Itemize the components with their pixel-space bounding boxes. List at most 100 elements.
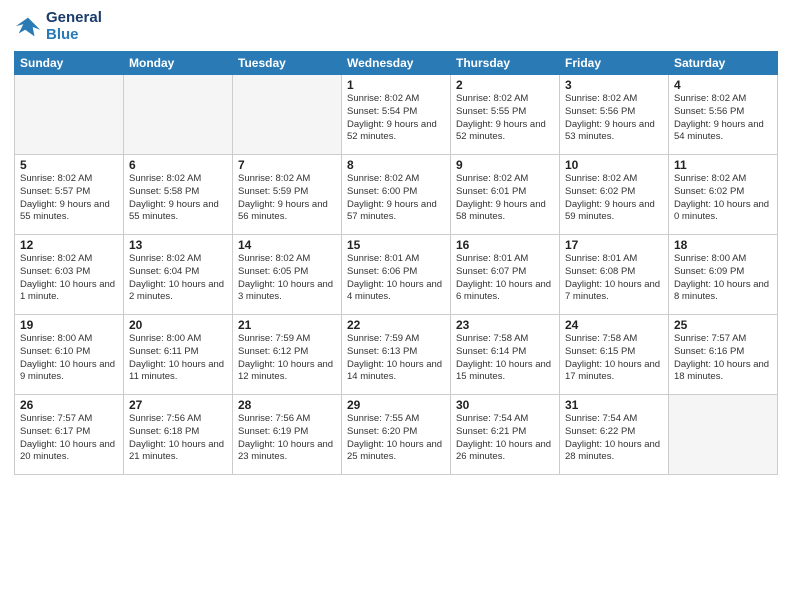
calendar-cell: 26Sunrise: 7:57 AM Sunset: 6:17 PM Dayli… — [15, 395, 124, 475]
calendar-cell: 15Sunrise: 8:01 AM Sunset: 6:06 PM Dayli… — [342, 235, 451, 315]
calendar-cell: 28Sunrise: 7:56 AM Sunset: 6:19 PM Dayli… — [233, 395, 342, 475]
day-number: 11 — [674, 158, 772, 172]
day-number: 27 — [129, 398, 227, 412]
day-number: 15 — [347, 238, 445, 252]
calendar-cell: 2Sunrise: 8:02 AM Sunset: 5:55 PM Daylig… — [451, 75, 560, 155]
day-info: Sunrise: 8:02 AM Sunset: 5:57 PM Dayligh… — [20, 173, 118, 224]
calendar-cell: 20Sunrise: 8:00 AM Sunset: 6:11 PM Dayli… — [124, 315, 233, 395]
calendar-cell: 23Sunrise: 7:58 AM Sunset: 6:14 PM Dayli… — [451, 315, 560, 395]
calendar-cell: 31Sunrise: 7:54 AM Sunset: 6:22 PM Dayli… — [560, 395, 669, 475]
day-number: 20 — [129, 318, 227, 332]
day-info: Sunrise: 8:00 AM Sunset: 6:10 PM Dayligh… — [20, 333, 118, 384]
day-number: 18 — [674, 238, 772, 252]
calendar-cell: 24Sunrise: 7:58 AM Sunset: 6:15 PM Dayli… — [560, 315, 669, 395]
calendar-cell: 27Sunrise: 7:56 AM Sunset: 6:18 PM Dayli… — [124, 395, 233, 475]
day-info: Sunrise: 7:56 AM Sunset: 6:18 PM Dayligh… — [129, 413, 227, 464]
day-info: Sunrise: 7:54 AM Sunset: 6:21 PM Dayligh… — [456, 413, 554, 464]
calendar-cell: 29Sunrise: 7:55 AM Sunset: 6:20 PM Dayli… — [342, 395, 451, 475]
day-info: Sunrise: 7:59 AM Sunset: 6:12 PM Dayligh… — [238, 333, 336, 384]
day-info: Sunrise: 8:02 AM Sunset: 6:04 PM Dayligh… — [129, 253, 227, 304]
calendar-cell — [669, 395, 778, 475]
day-info: Sunrise: 8:02 AM Sunset: 6:02 PM Dayligh… — [674, 173, 772, 224]
day-info: Sunrise: 8:01 AM Sunset: 6:08 PM Dayligh… — [565, 253, 663, 304]
day-number: 3 — [565, 78, 663, 92]
calendar-cell: 21Sunrise: 7:59 AM Sunset: 6:12 PM Dayli… — [233, 315, 342, 395]
day-number: 7 — [238, 158, 336, 172]
day-number: 31 — [565, 398, 663, 412]
calendar-cell — [233, 75, 342, 155]
day-info: Sunrise: 8:02 AM Sunset: 5:55 PM Dayligh… — [456, 93, 554, 144]
day-info: Sunrise: 7:55 AM Sunset: 6:20 PM Dayligh… — [347, 413, 445, 464]
day-info: Sunrise: 8:02 AM Sunset: 5:56 PM Dayligh… — [674, 93, 772, 144]
calendar-cell: 22Sunrise: 7:59 AM Sunset: 6:13 PM Dayli… — [342, 315, 451, 395]
day-number: 2 — [456, 78, 554, 92]
logo-icon — [14, 13, 42, 41]
day-info: Sunrise: 8:02 AM Sunset: 5:58 PM Dayligh… — [129, 173, 227, 224]
day-info: Sunrise: 7:59 AM Sunset: 6:13 PM Dayligh… — [347, 333, 445, 384]
day-number: 30 — [456, 398, 554, 412]
calendar-week-2: 5Sunrise: 8:02 AM Sunset: 5:57 PM Daylig… — [15, 155, 778, 235]
day-number: 23 — [456, 318, 554, 332]
day-number: 14 — [238, 238, 336, 252]
day-info: Sunrise: 8:00 AM Sunset: 6:09 PM Dayligh… — [674, 253, 772, 304]
day-info: Sunrise: 7:56 AM Sunset: 6:19 PM Dayligh… — [238, 413, 336, 464]
calendar-cell: 9Sunrise: 8:02 AM Sunset: 6:01 PM Daylig… — [451, 155, 560, 235]
weekday-header-row: SundayMondayTuesdayWednesdayThursdayFrid… — [15, 52, 778, 75]
calendar-cell: 5Sunrise: 8:02 AM Sunset: 5:57 PM Daylig… — [15, 155, 124, 235]
day-info: Sunrise: 8:02 AM Sunset: 5:54 PM Dayligh… — [347, 93, 445, 144]
calendar-cell: 10Sunrise: 8:02 AM Sunset: 6:02 PM Dayli… — [560, 155, 669, 235]
calendar-cell: 14Sunrise: 8:02 AM Sunset: 6:05 PM Dayli… — [233, 235, 342, 315]
weekday-header-saturday: Saturday — [669, 52, 778, 75]
weekday-header-sunday: Sunday — [15, 52, 124, 75]
calendar-cell: 30Sunrise: 7:54 AM Sunset: 6:21 PM Dayli… — [451, 395, 560, 475]
day-info: Sunrise: 7:57 AM Sunset: 6:16 PM Dayligh… — [674, 333, 772, 384]
day-number: 6 — [129, 158, 227, 172]
calendar-cell: 18Sunrise: 8:00 AM Sunset: 6:09 PM Dayli… — [669, 235, 778, 315]
calendar: SundayMondayTuesdayWednesdayThursdayFrid… — [14, 51, 778, 475]
day-info: Sunrise: 8:02 AM Sunset: 5:56 PM Dayligh… — [565, 93, 663, 144]
day-info: Sunrise: 7:58 AM Sunset: 6:14 PM Dayligh… — [456, 333, 554, 384]
day-info: Sunrise: 8:01 AM Sunset: 6:06 PM Dayligh… — [347, 253, 445, 304]
weekday-header-thursday: Thursday — [451, 52, 560, 75]
day-number: 5 — [20, 158, 118, 172]
day-number: 19 — [20, 318, 118, 332]
weekday-header-monday: Monday — [124, 52, 233, 75]
day-info: Sunrise: 8:00 AM Sunset: 6:11 PM Dayligh… — [129, 333, 227, 384]
page: General Blue SundayMondayTuesdayWednesda… — [0, 0, 792, 612]
day-info: Sunrise: 7:58 AM Sunset: 6:15 PM Dayligh… — [565, 333, 663, 384]
day-number: 1 — [347, 78, 445, 92]
header: General Blue — [14, 10, 778, 43]
weekday-header-friday: Friday — [560, 52, 669, 75]
calendar-cell: 8Sunrise: 8:02 AM Sunset: 6:00 PM Daylig… — [342, 155, 451, 235]
day-number: 13 — [129, 238, 227, 252]
logo: General Blue — [14, 10, 102, 43]
weekday-header-tuesday: Tuesday — [233, 52, 342, 75]
day-number: 17 — [565, 238, 663, 252]
day-info: Sunrise: 8:02 AM Sunset: 5:59 PM Dayligh… — [238, 173, 336, 224]
calendar-cell: 6Sunrise: 8:02 AM Sunset: 5:58 PM Daylig… — [124, 155, 233, 235]
day-info: Sunrise: 7:54 AM Sunset: 6:22 PM Dayligh… — [565, 413, 663, 464]
day-number: 4 — [674, 78, 772, 92]
day-number: 9 — [456, 158, 554, 172]
day-info: Sunrise: 8:02 AM Sunset: 6:05 PM Dayligh… — [238, 253, 336, 304]
day-number: 16 — [456, 238, 554, 252]
calendar-cell: 16Sunrise: 8:01 AM Sunset: 6:07 PM Dayli… — [451, 235, 560, 315]
day-number: 25 — [674, 318, 772, 332]
calendar-week-4: 19Sunrise: 8:00 AM Sunset: 6:10 PM Dayli… — [15, 315, 778, 395]
day-number: 10 — [565, 158, 663, 172]
calendar-cell: 25Sunrise: 7:57 AM Sunset: 6:16 PM Dayli… — [669, 315, 778, 395]
day-info: Sunrise: 8:02 AM Sunset: 6:03 PM Dayligh… — [20, 253, 118, 304]
calendar-cell: 13Sunrise: 8:02 AM Sunset: 6:04 PM Dayli… — [124, 235, 233, 315]
day-number: 24 — [565, 318, 663, 332]
day-number: 28 — [238, 398, 336, 412]
calendar-cell: 3Sunrise: 8:02 AM Sunset: 5:56 PM Daylig… — [560, 75, 669, 155]
day-number: 21 — [238, 318, 336, 332]
day-number: 22 — [347, 318, 445, 332]
day-info: Sunrise: 8:02 AM Sunset: 6:00 PM Dayligh… — [347, 173, 445, 224]
day-info: Sunrise: 8:02 AM Sunset: 6:02 PM Dayligh… — [565, 173, 663, 224]
calendar-cell: 4Sunrise: 8:02 AM Sunset: 5:56 PM Daylig… — [669, 75, 778, 155]
day-info: Sunrise: 8:01 AM Sunset: 6:07 PM Dayligh… — [456, 253, 554, 304]
weekday-header-wednesday: Wednesday — [342, 52, 451, 75]
day-info: Sunrise: 8:02 AM Sunset: 6:01 PM Dayligh… — [456, 173, 554, 224]
logo-text: General Blue — [46, 10, 102, 43]
